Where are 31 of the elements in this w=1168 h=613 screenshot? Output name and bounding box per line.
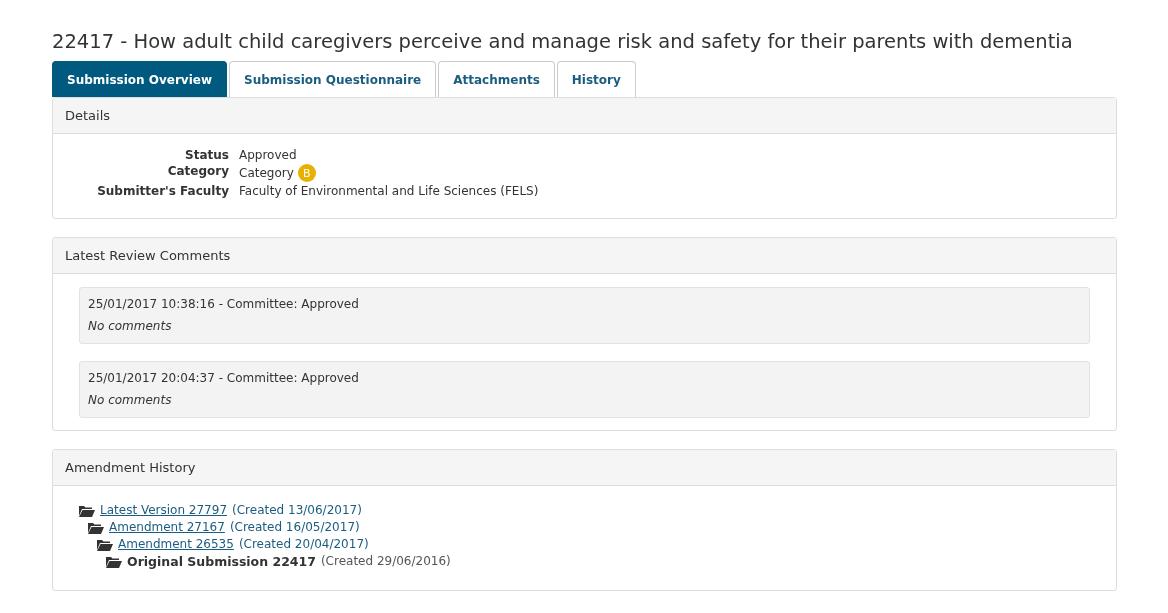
folder-icon bbox=[79, 504, 95, 517]
version-link[interactable]: Amendment 27167 bbox=[109, 519, 225, 536]
tab[interactable]: Submission Overview bbox=[52, 61, 227, 97]
comment-header: 25/01/2017 20:04:37 - Committee: Approved bbox=[88, 371, 360, 385]
panel-heading: Latest Review Comments bbox=[53, 238, 1116, 274]
field-label: Submitter's Faculty bbox=[96, 184, 229, 198]
field-value: Faculty of Environmental and Life Sciences (FELS) bbox=[239, 184, 539, 198]
version-link[interactable]: Amendment 26535 bbox=[118, 536, 234, 553]
folder-icon bbox=[88, 521, 104, 534]
field-value: Approved bbox=[239, 148, 297, 162]
category-badge: B bbox=[297, 164, 316, 182]
tab[interactable]: Attachments bbox=[438, 61, 555, 97]
panel-heading: Details bbox=[53, 98, 1116, 134]
field-label: Status bbox=[184, 148, 229, 162]
comment-text: No comments bbox=[88, 319, 173, 333]
tab[interactable]: Submission Questionnaire bbox=[229, 61, 437, 97]
folder-icon bbox=[106, 555, 122, 568]
created-date: (Created 29/06/2016) bbox=[320, 553, 451, 570]
tab[interactable]: History bbox=[556, 61, 636, 97]
comment-text: No comments bbox=[88, 393, 173, 407]
folder-icon bbox=[97, 538, 113, 551]
created-date: (Created 20/04/2017) bbox=[238, 536, 369, 553]
comment-header: 25/01/2017 10:38:16 - Committee: Approved bbox=[88, 297, 360, 311]
created-date: (Created 13/06/2017) bbox=[232, 502, 362, 519]
created-date: (Created 16/05/2017) bbox=[229, 519, 360, 536]
version-title: Original Submission 22417 bbox=[127, 553, 316, 570]
page-title: 22417 - How adult child caregivers perceive and manage risk and safety for their parents with dementia bbox=[52, 30, 1074, 53]
version-link[interactable]: Latest Version 27797 bbox=[100, 502, 227, 519]
field-label: Category bbox=[166, 164, 229, 180]
field-value: Category bbox=[239, 166, 294, 180]
panel-heading: Amendment History bbox=[53, 450, 1116, 486]
